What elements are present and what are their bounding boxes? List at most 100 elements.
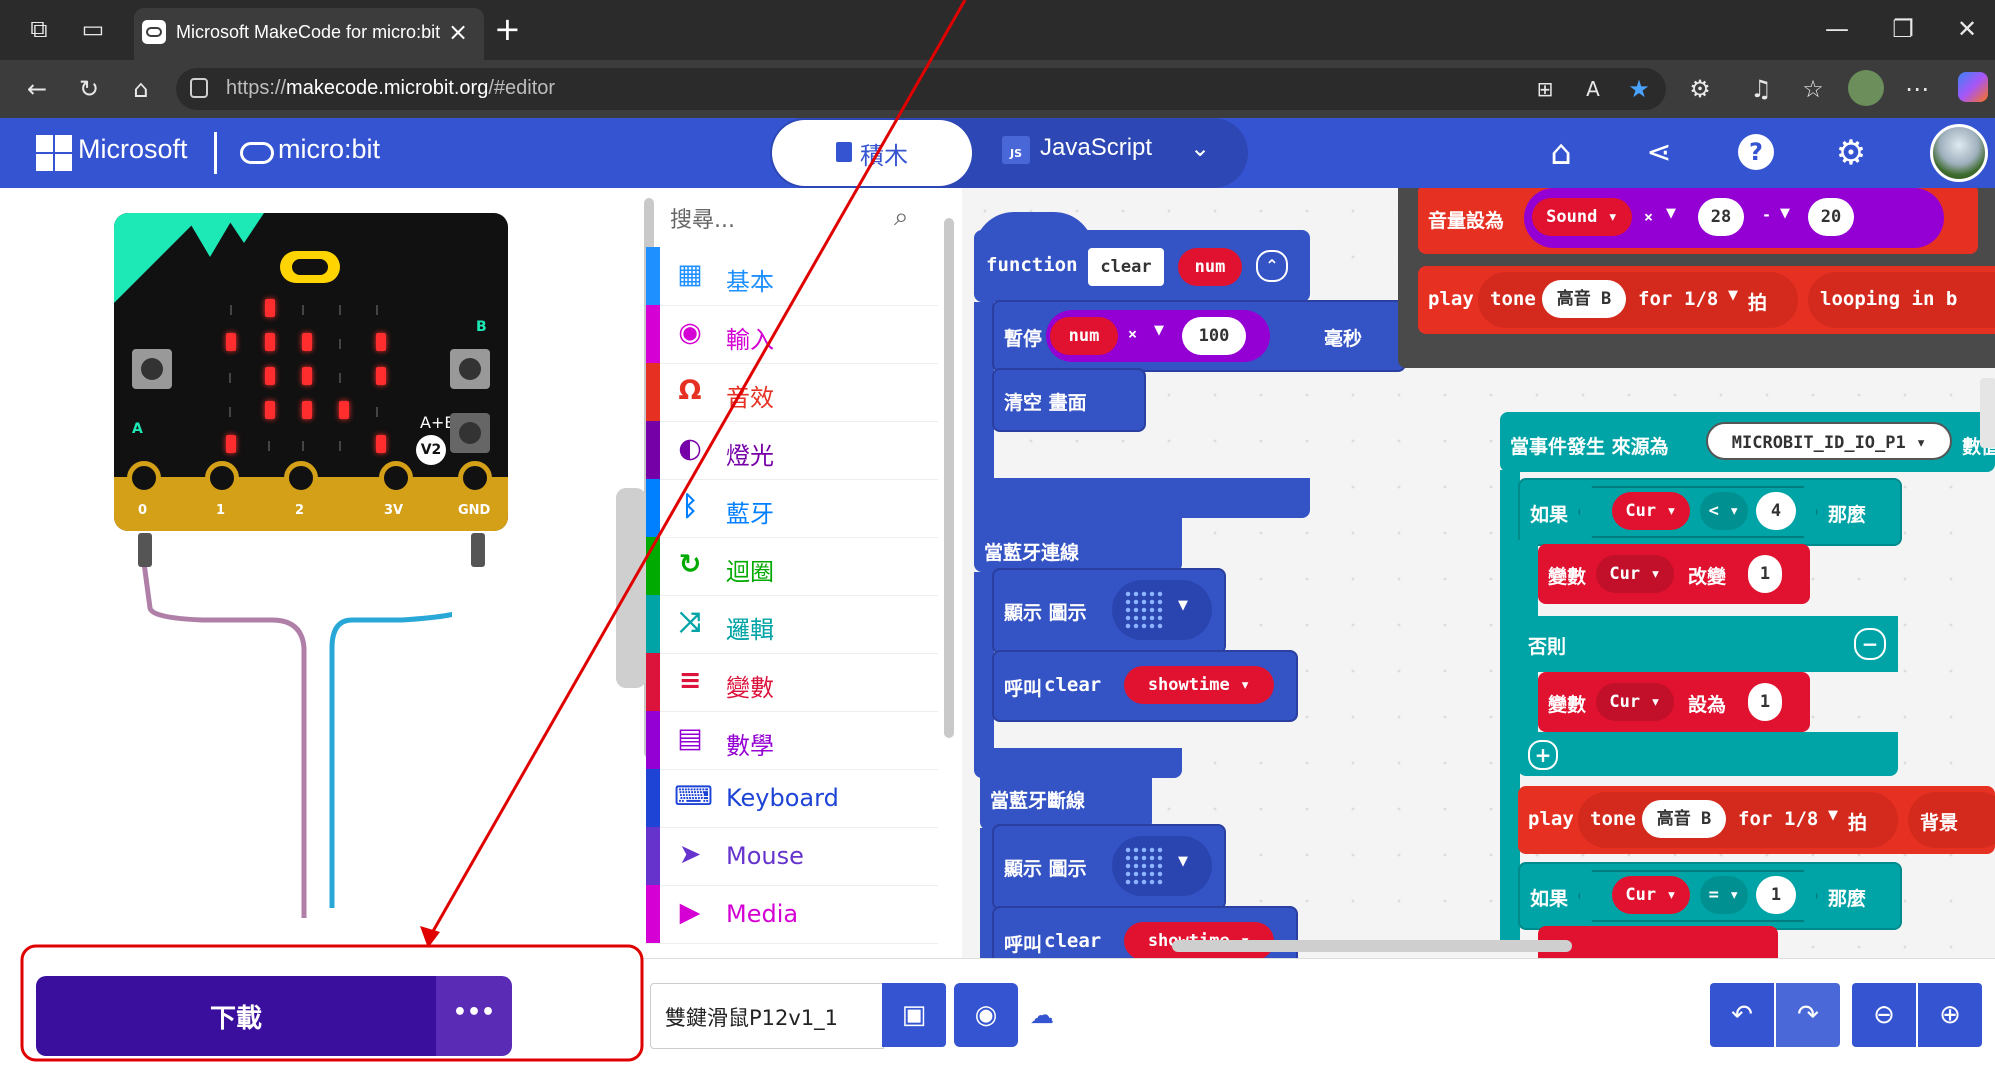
undo-button[interactable]: ↶ [1710, 983, 1774, 1047]
eq-operator[interactable]: = ▾ [1700, 876, 1748, 914]
tab-actions-icon[interactable]: ▭ [76, 14, 110, 44]
bt-connect-block[interactable]: 當藍牙連線 [974, 504, 1182, 572]
toolbox-category-variables[interactable]: ≡ 變數 [646, 653, 938, 712]
pause-block[interactable]: 暫停 num × ▼ 100 毫秒 [992, 300, 1406, 372]
workspace-hscroll[interactable] [1172, 940, 1572, 952]
dropdown-arrow-icon[interactable]: ▼ [1728, 288, 1738, 303]
address-bar[interactable]: https://makecode.microbit.org/#editor ⊞ … [176, 68, 1666, 110]
pause-value[interactable]: 100 [1182, 317, 1246, 355]
led-on[interactable] [376, 333, 386, 351]
toolbox-category-loops[interactable]: ↻ 迴圈 [646, 537, 938, 596]
favorite-star-icon[interactable]: ★ [1622, 74, 1656, 104]
music-icon[interactable]: ♫ [1744, 74, 1778, 104]
zoom-out-button[interactable]: ⊖ [1852, 983, 1916, 1047]
panel-resize-handle[interactable] [616, 488, 646, 688]
icon-picker[interactable]: ▼ [1112, 580, 1212, 640]
lt-operator[interactable]: < ▾ [1700, 492, 1748, 530]
toolbox-category-basic[interactable]: ▦ 基本 [646, 247, 938, 306]
chevron-down-icon[interactable]: ⌄ [1190, 134, 1210, 162]
refresh-icon[interactable]: ↻ [72, 74, 106, 104]
led-on[interactable] [265, 333, 275, 351]
browser-tab[interactable]: Microsoft MakeCode for micro:bit × [134, 8, 484, 60]
download-more-button[interactable]: ••• [436, 976, 512, 1056]
redo-button[interactable]: ↷ [1776, 983, 1840, 1047]
toolbox-category-led[interactable]: ◐ 燈光 [646, 421, 938, 480]
button-ab[interactable] [450, 413, 490, 453]
more-menu-icon[interactable]: ⋯ [1900, 74, 1934, 104]
favorites-icon[interactable]: ☆ [1796, 74, 1830, 104]
back-icon[interactable]: ← [20, 74, 54, 104]
minimize-icon[interactable]: — [1820, 14, 1854, 44]
if-block-2[interactable]: 如果 Cur ▾ = ▾ 1 那麼 [1518, 862, 1902, 930]
dropdown-arrow-icon[interactable]: ▼ [1154, 323, 1164, 338]
toolbox-category-math[interactable]: ▤ 數學 [646, 711, 938, 770]
event-source-dropdown[interactable]: MICROBIT_ID_IO_P1 ▾ [1706, 422, 1952, 460]
led-on[interactable] [376, 367, 386, 385]
play-tone-block-2[interactable]: play tone 高音 B for 1/8 ▼ 拍 背景 [1518, 786, 1995, 854]
show-icon-block[interactable]: 顯示 圖示 ▼ [992, 568, 1226, 654]
window-close-icon[interactable]: ✕ [1950, 14, 1984, 44]
pin-0-hole[interactable] [127, 461, 161, 495]
toolbox-scrollbar[interactable] [944, 218, 954, 738]
extensions-icon[interactable]: ⚙ [1683, 74, 1717, 104]
cur-var[interactable]: Cur ▾ [1596, 683, 1674, 721]
event-block[interactable]: 當事件發生 來源為 MICROBIT_ID_IO_P1 ▾ 數值 [1500, 412, 1995, 472]
change-var-block[interactable]: 變數 Cur ▾ 改變 1 [1538, 544, 1810, 604]
home-icon[interactable]: ⌂ [1536, 128, 1586, 178]
toolbox-category-bluetooth[interactable]: ᛒ 藍牙 [646, 479, 938, 538]
volume-minus-value[interactable]: 20 [1808, 198, 1854, 236]
pin-gnd-hole[interactable] [458, 461, 492, 495]
dropdown-arrow-icon[interactable]: ▼ [1666, 206, 1676, 221]
save-button[interactable]: ▣ [882, 983, 946, 1047]
led-on[interactable] [302, 367, 312, 385]
user-avatar[interactable] [1930, 124, 1988, 182]
lock-icon[interactable] [190, 78, 208, 98]
dropdown-arrow-icon[interactable]: ▼ [1828, 808, 1838, 823]
play-mode-label[interactable]: looping in b [1820, 288, 1957, 310]
workspaces-icon[interactable]: ⧉ [22, 14, 56, 44]
collapse-up-icon[interactable]: ⌃ [1256, 250, 1288, 282]
set-value[interactable]: 1 [1748, 683, 1782, 721]
icon-picker[interactable]: ▼ [1112, 836, 1212, 896]
copilot-icon[interactable] [1958, 72, 1988, 102]
beat-fraction[interactable]: 1/8 [1784, 808, 1818, 830]
function-clear-block[interactable]: function clear num ⌃ [974, 230, 1310, 302]
read-aloud-icon[interactable]: A [1576, 74, 1610, 104]
eq-value[interactable]: 1 [1756, 876, 1796, 914]
button-a[interactable] [132, 349, 172, 389]
share-icon[interactable]: ⋖ [1634, 128, 1684, 178]
cur-var[interactable]: Cur ▾ [1596, 555, 1674, 593]
led-on[interactable] [302, 333, 312, 351]
bt-disconnect-block[interactable]: 當藍牙斷線 [980, 762, 1152, 830]
play-tone-block[interactable]: play tone 高音 B for 1/8 ▼ 拍 looping in b [1418, 266, 1995, 334]
restore-icon[interactable]: ❐ [1886, 14, 1920, 44]
set-volume-block[interactable]: 音量設為 Sound ▾ × ▼ 28 - ▼ 20 [1418, 188, 1978, 254]
call-clear-block[interactable]: 呼叫 clear showtime ▾ [992, 650, 1298, 722]
if-block[interactable]: 如果 Cur ▾ < ▾ 4 那麼 [1518, 478, 1902, 546]
add-else-icon[interactable]: + [1528, 740, 1558, 770]
button-b[interactable] [450, 349, 490, 389]
times-operator[interactable]: × [1644, 208, 1653, 226]
cloud-sync-icon[interactable]: ☁ [1030, 1001, 1054, 1029]
zoom-in-button[interactable]: ⊕ [1918, 983, 1982, 1047]
minus-operator[interactable]: - [1762, 206, 1771, 224]
tone-note[interactable]: 高音 B [1542, 280, 1626, 318]
volume-value[interactable]: 28 [1698, 198, 1744, 236]
led-on[interactable] [265, 401, 275, 419]
toolbox-category-media[interactable]: ▶ Media [646, 885, 938, 944]
function-name[interactable]: clear [1088, 248, 1164, 286]
cur-var[interactable]: Cur ▾ [1612, 876, 1690, 914]
workspace-vscroll[interactable] [1980, 378, 1995, 448]
clear-screen-block[interactable]: 清空 畫面 [992, 368, 1146, 432]
set-var-block[interactable]: 變數 Cur ▾ 設為 1 [1538, 672, 1810, 732]
app-available-icon[interactable]: ⊞ [1528, 74, 1562, 104]
partial-var-block[interactable] [1538, 926, 1778, 958]
sound-var[interactable]: Sound ▾ [1532, 198, 1632, 236]
times-operator[interactable]: × [1128, 325, 1137, 343]
tone-note[interactable]: 高音 B [1642, 800, 1726, 838]
call-arg-showtime[interactable]: showtime ▾ [1124, 666, 1274, 704]
toolbox-search-input[interactable]: 搜尋... [670, 202, 735, 234]
toolbox-category-logic[interactable]: ⤨ 邏輯 [646, 595, 938, 654]
led-on[interactable] [302, 401, 312, 419]
microbit-face-logo-icon[interactable] [280, 251, 340, 283]
